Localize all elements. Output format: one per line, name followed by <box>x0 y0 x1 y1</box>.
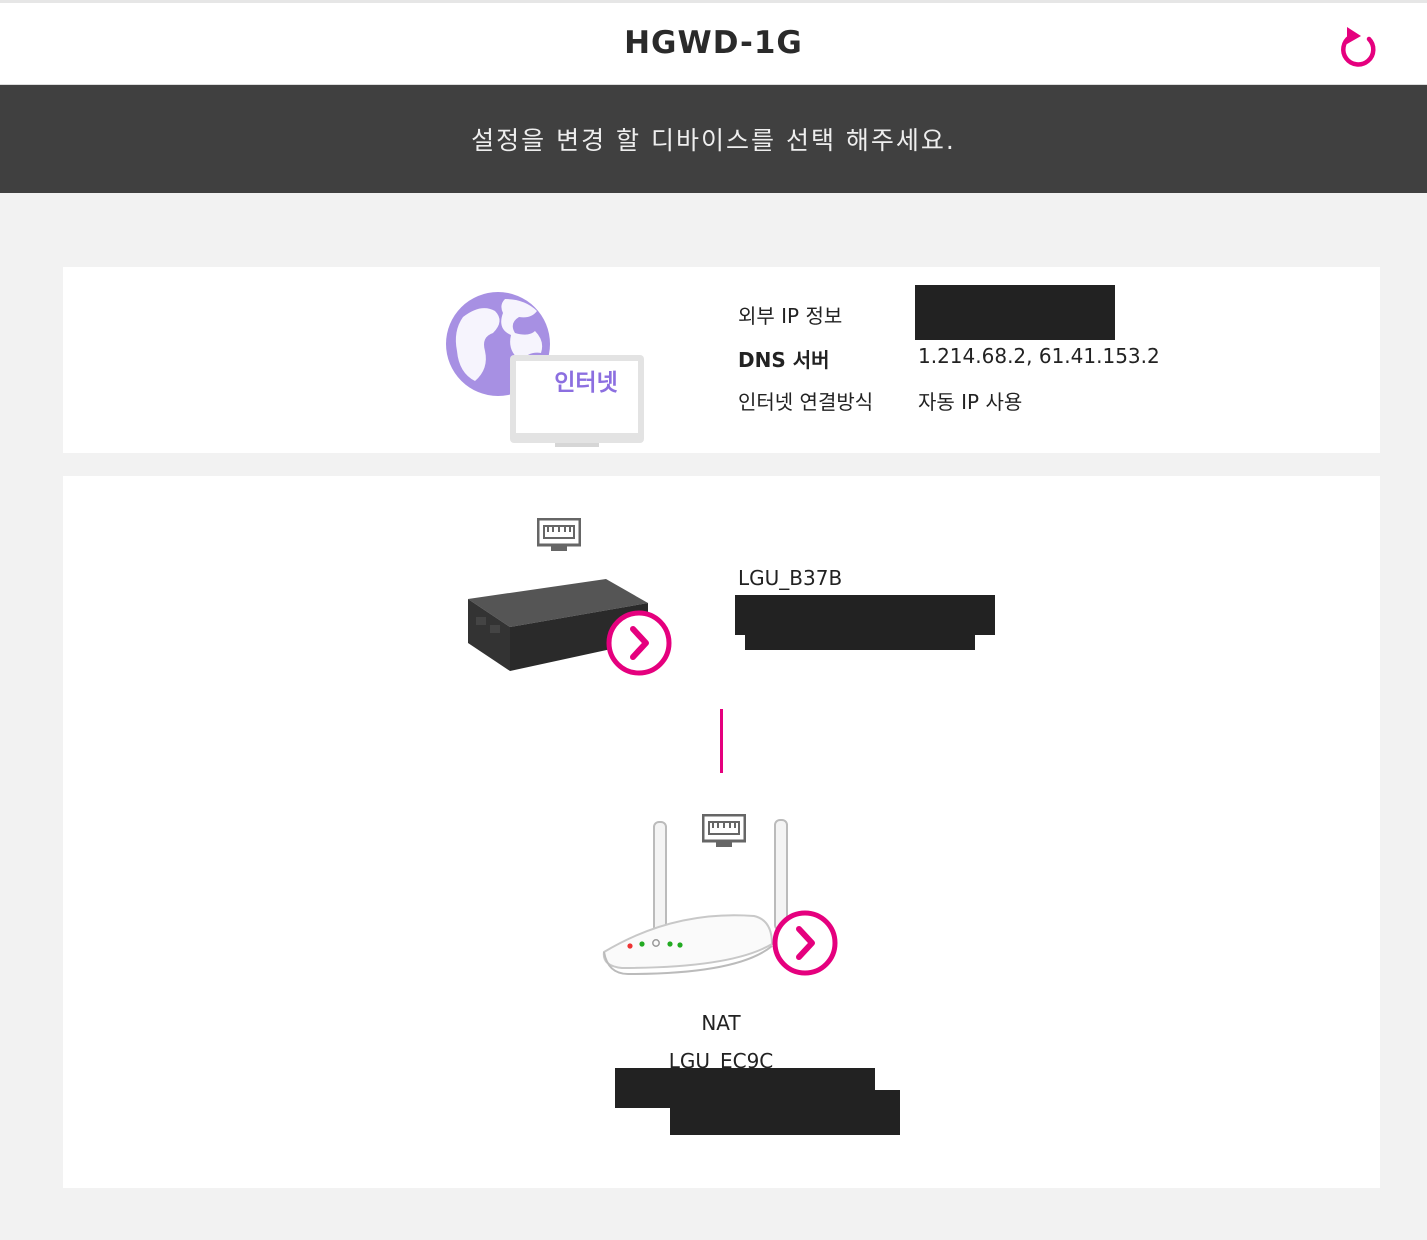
connection-line <box>720 709 723 773</box>
device-info-redacted <box>745 631 975 650</box>
instruction-banner: 설정을 변경 할 디바이스를 선택 해주세요. <box>0 85 1427 193</box>
wifi-router-device-icon <box>602 819 788 976</box>
dns-server-value: 1.214.68.2, 61.41.153.2 <box>918 344 1160 368</box>
internet-icon-label: 인터넷 <box>554 370 618 396</box>
external-ip-value-redacted <box>915 285 1115 340</box>
device-name-lgu-b37b: LGU_B37B <box>738 566 843 590</box>
instruction-text: 설정을 변경 할 디바이스를 선택 해주세요. <box>471 126 956 155</box>
device-type-label: NAT <box>701 1011 741 1035</box>
device-settings-button-lgu-ec9c[interactable] <box>771 909 839 977</box>
device-settings-button-lgu-b37b[interactable] <box>605 609 673 677</box>
device-topology-card: LGU_B37B NAT LGU_EC9C <box>63 476 1380 1188</box>
refresh-icon[interactable] <box>1336 23 1382 71</box>
ethernet-port-icon <box>537 518 581 551</box>
device-info-redacted <box>670 1090 900 1135</box>
connection-type-label: 인터넷 연결방식 <box>738 390 874 414</box>
internet-info-card: 인터넷 외부 IP 정보 DNS 서버 1.214.68.2, 61.41.15… <box>63 267 1380 453</box>
external-ip-label: 외부 IP 정보 <box>738 304 843 328</box>
dns-server-label: DNS 서버 <box>738 348 830 372</box>
page-title: HGWD-1G <box>624 25 803 61</box>
top-bar: HGWD-1G <box>0 0 1427 85</box>
connection-type-value: 자동 IP 사용 <box>918 390 1023 414</box>
device-info-redacted <box>735 595 995 635</box>
